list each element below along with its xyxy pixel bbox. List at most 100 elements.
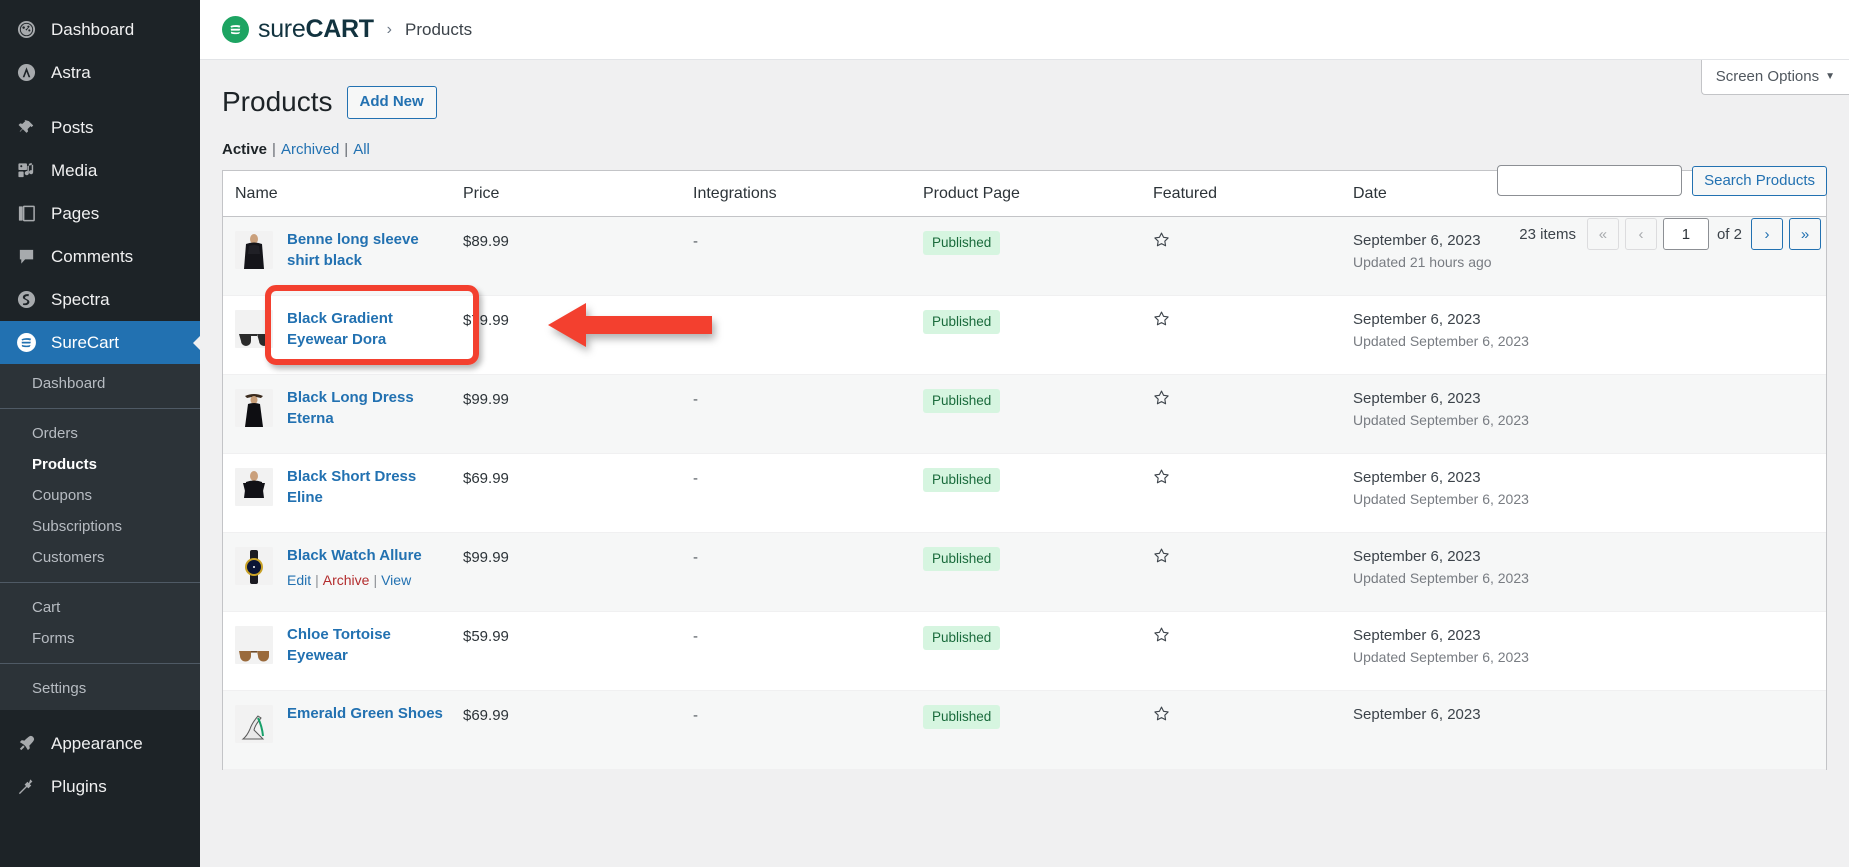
sidebar-divider [0, 94, 200, 106]
sidebar-subitem-settings[interactable]: Settings [0, 673, 200, 704]
product-date: September 6, 2023 [1353, 626, 1481, 644]
cell-integrations: - [693, 295, 923, 374]
sidebar-item-appearance[interactable]: Appearance [0, 722, 200, 765]
column-header-name[interactable]: Name [223, 170, 463, 217]
search-products-button[interactable]: Search Products [1692, 165, 1827, 196]
product-price: $79.99 [463, 311, 509, 329]
sidebar-item-comments[interactable]: Comments [0, 235, 200, 278]
sidebar-item-posts[interactable]: Posts [0, 106, 200, 149]
total-pages-label: of 2 [1716, 225, 1742, 243]
sidebar-item-spectra[interactable]: Spectra [0, 278, 200, 321]
product-name-link[interactable]: Black Long Dress Eterna [287, 389, 414, 427]
cell-product-page: Published [923, 532, 1153, 611]
filter-link-active[interactable]: Active [222, 141, 267, 158]
column-header-integrations: Integrations [693, 170, 923, 217]
cell-price: $69.99 [463, 453, 693, 532]
next-page-button[interactable]: › [1751, 218, 1783, 250]
cell-price: $89.99 [463, 216, 693, 295]
sidebar-item-surecart[interactable]: SureCart [0, 321, 200, 364]
sidebar-item-label: Plugins [51, 776, 107, 796]
dashboard-icon [13, 20, 39, 39]
cell-featured [1153, 374, 1353, 453]
sidebar-item-label: SureCart [51, 332, 120, 352]
sidebar-subitem-orders[interactable]: Orders [0, 418, 200, 449]
table-row[interactable]: Black Long Dress Eterna $99.99 - Published S… [223, 374, 1826, 453]
sidebar-item-plugins[interactable]: Plugins [0, 765, 200, 808]
product-date: September 6, 2023 [1353, 468, 1481, 486]
last-page-button[interactable]: » [1789, 218, 1821, 250]
main-content: sureCART › Products Screen Options ▼ Prod… [200, 0, 1849, 867]
current-page-input[interactable]: 1 [1662, 218, 1709, 250]
media-icon [13, 161, 39, 180]
search-input[interactable] [1497, 165, 1683, 196]
sidebar-item-astra[interactable]: Astra [0, 51, 200, 94]
sidebar-subitem-dashboard[interactable]: Dashboard [0, 368, 200, 399]
product-thumbnail [235, 388, 273, 427]
submenu-divider [0, 408, 200, 409]
star-outline-icon[interactable] [1153, 469, 1170, 489]
cell-featured [1153, 532, 1353, 611]
product-name-link[interactable]: Black Short Dress Eline [287, 468, 416, 506]
product-price: $59.99 [463, 627, 509, 645]
cell-product-page: Published [923, 374, 1153, 453]
screen-options-toggle[interactable]: Screen Options ▼ [1700, 60, 1849, 95]
star-outline-icon[interactable] [1153, 627, 1170, 647]
filter-divider: | [272, 140, 276, 158]
sidebar-item-pages[interactable]: Pages [0, 192, 200, 235]
star-outline-icon[interactable] [1153, 548, 1170, 568]
product-updated: Updated September 6, 2023 [1353, 648, 1529, 665]
row-action-view[interactable]: View [381, 572, 411, 588]
star-outline-icon[interactable] [1153, 311, 1170, 331]
product-name-link[interactable]: Black Watch Allure [287, 547, 422, 564]
cell-name: Black Long Dress Eterna [223, 374, 463, 453]
filter-link-all[interactable]: All [353, 141, 370, 158]
product-price: $89.99 [463, 232, 509, 250]
sidebar-subitem-forms[interactable]: Forms [0, 623, 200, 654]
filter-link-archived[interactable]: Archived [281, 141, 339, 158]
submenu-divider [0, 663, 200, 664]
row-action-edit[interactable]: Edit [287, 572, 311, 588]
cell-date: September 6, 2023 Updated September 6, 20… [1353, 374, 1826, 453]
prev-page-button[interactable]: ‹ [1624, 218, 1657, 250]
status-badge: Published [923, 704, 1001, 730]
product-integrations: - [693, 311, 698, 329]
star-outline-icon[interactable] [1153, 706, 1170, 726]
table-row[interactable]: Black Short Dress Eline $69.99 - Published S… [223, 453, 1826, 532]
product-thumbnail [235, 625, 273, 664]
product-price: $99.99 [463, 390, 509, 408]
sidebar-item-label: Media [51, 160, 98, 180]
row-action-archive[interactable]: Archive [323, 572, 370, 588]
sidebar-subitem-products[interactable]: Products [0, 449, 200, 480]
cell-featured [1153, 216, 1353, 295]
sidebar-subitem-cart[interactable]: Cart [0, 592, 200, 623]
column-header-price[interactable]: Price [463, 170, 693, 217]
products-table: Name Price Integrations Product Page Fea… [223, 170, 1826, 770]
status-badge: Published [923, 230, 1001, 256]
product-integrations: - [693, 232, 698, 250]
table-row[interactable]: Black Watch Allure Edit | Archive | View $99.9… [223, 532, 1826, 611]
product-name-link[interactable]: Benne long sleeve shirt black [287, 231, 419, 269]
spectra-icon [13, 290, 39, 309]
admin-sidebar: Dashboard Astra Posts Media Pages Commen… [0, 0, 200, 867]
star-outline-icon[interactable] [1153, 390, 1170, 410]
page-body: Screen Options ▼ Products Add New Search … [200, 60, 1849, 770]
add-new-button[interactable]: Add New [346, 86, 437, 119]
table-row[interactable]: Emerald Green Shoes $69.99 - Published Septe… [223, 690, 1826, 769]
product-name-link[interactable]: Emerald Green Shoes [287, 705, 443, 722]
cell-product-page: Published [923, 453, 1153, 532]
sidebar-subitem-subscriptions[interactable]: Subscriptions [0, 511, 200, 542]
sidebar-item-label: Comments [51, 246, 134, 266]
sidebar-subitem-coupons[interactable]: Coupons [0, 480, 200, 511]
product-name-link[interactable]: Chloe Tortoise Eyewear [287, 626, 391, 664]
pages-icon [13, 204, 39, 223]
star-outline-icon[interactable] [1153, 232, 1170, 252]
pagination: 23 items « ‹ 1 of 2 › » [1519, 218, 1827, 250]
sidebar-item-media[interactable]: Media [0, 149, 200, 192]
table-row[interactable]: Chloe Tortoise Eyewear $59.99 - Published Se… [223, 611, 1826, 690]
table-row[interactable]: Black Gradient Eyewear Dora $79.99 - Publis… [223, 295, 1826, 374]
sidebar-subitem-customers[interactable]: Customers [0, 542, 200, 573]
product-name-link[interactable]: Black Gradient Eyewear Dora [287, 310, 393, 348]
sidebar-item-dashboard[interactable]: Dashboard [0, 8, 200, 51]
cell-featured [1153, 611, 1353, 690]
first-page-button[interactable]: « [1586, 218, 1619, 250]
